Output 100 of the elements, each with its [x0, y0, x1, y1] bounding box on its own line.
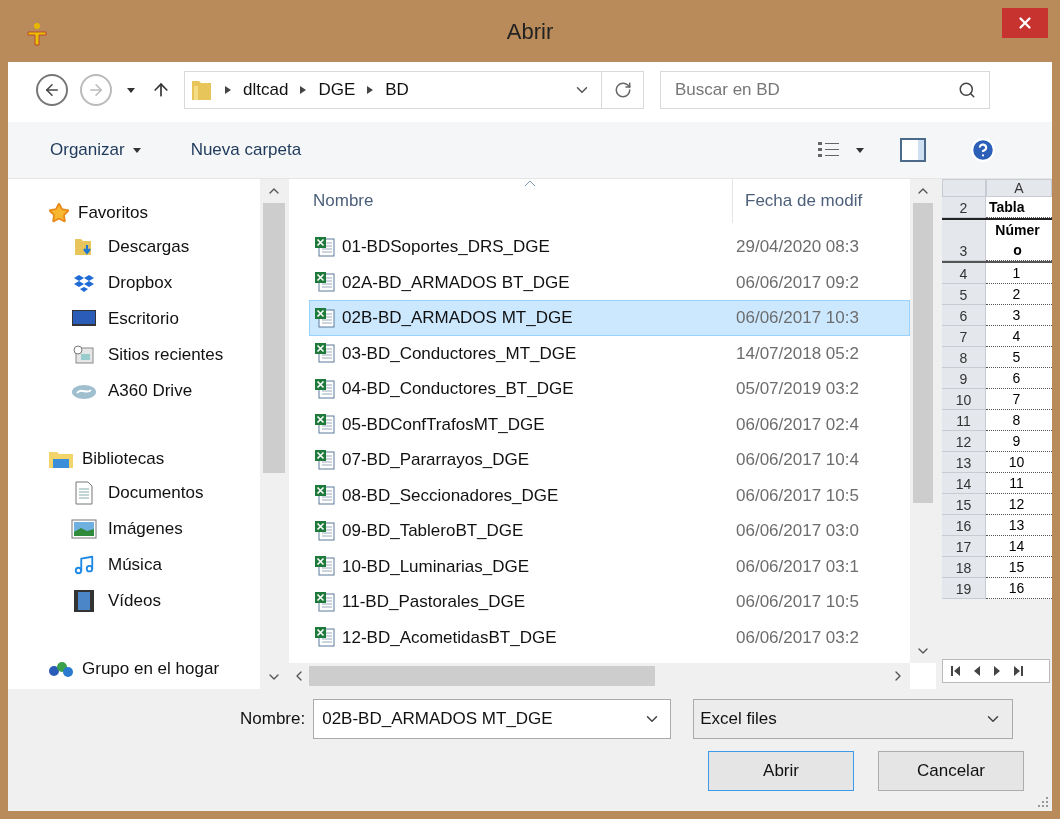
modified-date: 06/06/2017 10:4 — [735, 449, 859, 471]
nav-group-item[interactable]: Bibliotecas — [48, 443, 260, 475]
file-row[interactable]: 11-BD_Pastorales_DGE 06/06/2017 10:5 — [309, 584, 910, 620]
file-name: 02B-BD_ARMADOS MT_DGE — [342, 307, 573, 329]
caret-icon — [856, 147, 864, 153]
file-row[interactable]: 03-BD_Conductores_MT_DGE 14/07/2018 05:2 — [309, 335, 910, 371]
file-row[interactable]: 02A-BD_ARMADOS BT_DGE 06/06/2017 09:2 — [309, 264, 910, 300]
nav-item[interactable]: A360 Drive — [48, 373, 260, 409]
sheet-navigation[interactable] — [942, 659, 1050, 683]
file-row[interactable]: 10-BD_Luminarias_DGE 06/06/2017 03:1 — [309, 548, 910, 584]
file-row[interactable]: 01-BDSoportes_DRS_DGE 29/04/2020 08:3 — [309, 229, 910, 265]
next-sheet-icon[interactable] — [994, 666, 1000, 676]
breadcrumb-arrow-icon — [300, 86, 307, 94]
row-number: 16 — [942, 515, 986, 536]
forward-arrow-icon — [87, 81, 105, 99]
spreadsheet-file-icon — [314, 519, 336, 542]
file-name-field[interactable]: 02B-BD_ARMADOS MT_DGE — [313, 699, 672, 739]
spreadsheet-file-icon — [314, 448, 336, 471]
sheet-cell-text: 13 — [1007, 516, 1026, 535]
folder-icon — [191, 78, 213, 102]
organize-menu-button[interactable]: Organizar — [50, 137, 141, 163]
file-name: 09-BD_TableroBT_DGE — [342, 520, 524, 542]
spreadsheet-file-icon — [314, 271, 336, 294]
sheet-cell-text: 1 — [1011, 264, 1022, 283]
help-icon[interactable] — [970, 137, 996, 163]
sheet-cell-text: 11 — [1008, 474, 1025, 493]
first-sheet-icon[interactable] — [951, 666, 960, 676]
modified-date: 06/06/2017 10:5 — [735, 591, 859, 613]
file-row[interactable]: 07-BD_Pararrayos_DGE 06/06/2017 10:4 — [309, 442, 910, 478]
nav-group-item[interactable]: Grupo en el hogar — [48, 653, 260, 685]
modified-date: 06/06/2017 09:2 — [735, 271, 859, 294]
nav-item[interactable]: Escritorio — [48, 301, 260, 337]
breadcrumb-item[interactable]: DGE — [318, 77, 356, 103]
star-icon — [48, 202, 70, 224]
modified-date: 06/06/2017 03:1 — [735, 555, 859, 578]
nav-item[interactable]: Imágenes — [48, 511, 260, 547]
file-name-label: Nombre: — [240, 708, 306, 731]
open-button[interactable]: Abrir — [708, 751, 854, 791]
row-number: 11 — [942, 410, 986, 431]
previous-sheet-icon[interactable] — [974, 666, 980, 676]
sheet-cell-text: 12 — [1007, 495, 1026, 514]
music-note-icon — [73, 554, 95, 576]
caret-icon — [132, 147, 141, 153]
new-folder-button[interactable]: Nueva carpeta — [190, 137, 302, 163]
file-name: 03-BD_Conductores_MT_DGE — [342, 342, 577, 365]
sheet-cell-text: Tabla — [989, 198, 1026, 217]
vertical-scrollbar[interactable] — [260, 179, 288, 689]
file-name: 05-BDConfTrafosMT_DGE — [342, 413, 545, 436]
preview-pane-button[interactable] — [900, 138, 926, 162]
row-number: 9 — [942, 368, 986, 389]
nav-item[interactable]: Vídeos — [48, 583, 260, 619]
cancel-button[interactable]: Cancelar — [878, 751, 1024, 791]
view-options-button[interactable] — [818, 141, 864, 159]
modified-date: 06/06/2017 03:2 — [735, 626, 859, 649]
nav-item[interactable]: Sitios recientes — [48, 337, 260, 373]
nav-item[interactable]: Documentos — [48, 475, 260, 511]
spreadsheet-file-icon — [314, 342, 336, 365]
nav-item[interactable]: Descargas — [48, 229, 260, 265]
column-header[interactable]: Fecha de modif — [733, 179, 910, 223]
file-name: 11-BD_Pastorales_DGE — [342, 591, 525, 613]
last-sheet-icon[interactable] — [1014, 666, 1023, 676]
file-row[interactable]: 09-BD_TableroBT_DGE 06/06/2017 03:0 — [309, 513, 910, 549]
file-row[interactable]: 12-BD_AcometidasBT_DGE 06/06/2017 03:2 — [309, 619, 910, 655]
document-icon — [74, 481, 94, 505]
row-number: 8 — [942, 347, 986, 368]
row-number: 18 — [942, 557, 986, 578]
nav-group-item[interactable]: Favoritos — [48, 197, 260, 229]
column-header[interactable]: Nombre — [289, 179, 733, 223]
spreadsheet-file-icon — [314, 306, 336, 329]
horizontal-scrollbar[interactable] — [289, 663, 910, 689]
row-number: 7 — [942, 326, 986, 347]
breadcrumb-item[interactable]: BD — [385, 77, 409, 103]
refresh-icon[interactable] — [613, 81, 632, 99]
vertical-scrollbar[interactable] — [910, 179, 936, 663]
spreadsheet-file-icon — [314, 555, 336, 578]
search-field[interactable]: Buscar en BD — [660, 71, 990, 109]
search-icon — [958, 81, 976, 99]
file-row[interactable]: 04-BD_Conductores_BT_DGE 05/07/2019 03:2 — [309, 371, 910, 407]
file-row[interactable]: 08-BD_Seccionadores_DGE 06/06/2017 10:5 — [309, 477, 910, 513]
breadcrumb-item[interactable]: dltcad — [243, 77, 289, 103]
close-icon — [1016, 14, 1034, 32]
film-icon — [73, 589, 95, 613]
file-type-dropdown[interactable]: Excel files — [693, 699, 1014, 739]
file-row[interactable]: 05-BDConfTrafosMT_DGE 06/06/2017 02:4 — [309, 406, 910, 442]
row-number: 10 — [942, 389, 986, 410]
breadcrumb-arrow-icon — [225, 86, 231, 94]
modified-date: 06/06/2017 02:4 — [735, 413, 859, 436]
modified-date: 29/04/2020 08:3 — [735, 236, 859, 258]
row-number: 3 — [942, 220, 986, 261]
sheet-cell-text: 7 — [1011, 390, 1022, 409]
back-button[interactable] — [36, 74, 68, 106]
recent-places-icon — [72, 344, 96, 366]
row-number: 12 — [942, 431, 986, 452]
row-number: 5 — [942, 284, 986, 305]
file-row[interactable]: 02B-BD_ARMADOS MT_DGE 06/06/2017 10:3 — [309, 300, 910, 336]
nav-item[interactable]: Música — [48, 547, 260, 583]
address-bar[interactable]: dltcad DGE BD — [184, 71, 644, 109]
sheet-cell-text: 14 — [1007, 537, 1026, 556]
close-button[interactable] — [1002, 8, 1048, 38]
nav-item[interactable]: Dropbox — [48, 265, 260, 301]
